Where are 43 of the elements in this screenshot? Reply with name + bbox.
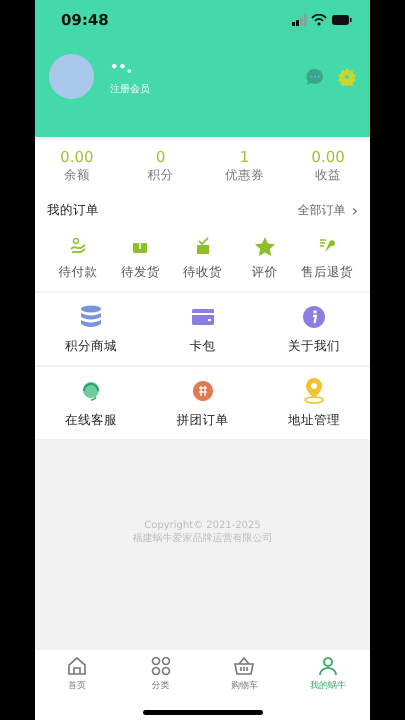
stat-value: 0.00 xyxy=(59,148,95,166)
all-orders-link[interactable]: 全部订单 › xyxy=(298,200,358,220)
stat-value: 1 xyxy=(238,148,250,166)
home-icon xyxy=(66,656,87,676)
order-status-item[interactable]: 待付款 xyxy=(58,264,98,281)
menu-item[interactable]: 关于我们 xyxy=(288,338,340,354)
badge-icon xyxy=(192,380,212,400)
stat-label: 收益 xyxy=(314,167,342,184)
info-icon xyxy=(303,306,326,328)
section-title: 我的订单 xyxy=(47,202,99,218)
order-status-item[interactable]: 评价 xyxy=(252,264,278,281)
stat-label: 积分 xyxy=(146,167,175,184)
order-status-item[interactable]: 待收货 xyxy=(183,264,222,281)
star-icon xyxy=(254,236,275,256)
order-status-item[interactable]: 待发货 xyxy=(120,264,160,281)
order-status-item[interactable]: 售后退货 xyxy=(300,264,353,281)
status-icons xyxy=(292,14,352,26)
card-icon xyxy=(192,308,214,324)
menu-item[interactable]: 卡包 xyxy=(190,338,216,354)
person-icon xyxy=(318,656,338,676)
wrench-icon xyxy=(318,237,336,255)
stat-label: 优惠券 xyxy=(224,167,265,184)
location-pin-icon xyxy=(303,378,326,404)
menu-item[interactable]: 拼团订单 xyxy=(176,412,228,428)
chat-bubble-icon[interactable] xyxy=(306,68,324,86)
settings-icon[interactable] xyxy=(338,68,356,86)
hand-coin-icon xyxy=(69,237,88,255)
menu-item[interactable]: 在线客服 xyxy=(64,412,117,428)
tab-item[interactable]: 购物车 xyxy=(230,679,258,692)
stat-value: 0.00 xyxy=(310,148,346,166)
tab-item[interactable]: 分类 xyxy=(152,679,170,692)
menu-item[interactable]: 积分商城 xyxy=(64,338,117,354)
database-icon xyxy=(80,304,102,328)
grid-icon xyxy=(150,656,171,676)
menu-item[interactable]: 地址管理 xyxy=(288,412,340,428)
user-name: ••。 xyxy=(110,58,141,76)
tab-item[interactable]: 首页 xyxy=(68,679,86,692)
status-time: 09:48 xyxy=(61,11,109,29)
member-level: 注册会员 xyxy=(110,82,151,96)
avatar-image[interactable] xyxy=(49,54,94,99)
basket-icon xyxy=(233,656,256,676)
stat-value: 0 xyxy=(154,148,166,166)
stat-label: 余额 xyxy=(62,167,91,184)
